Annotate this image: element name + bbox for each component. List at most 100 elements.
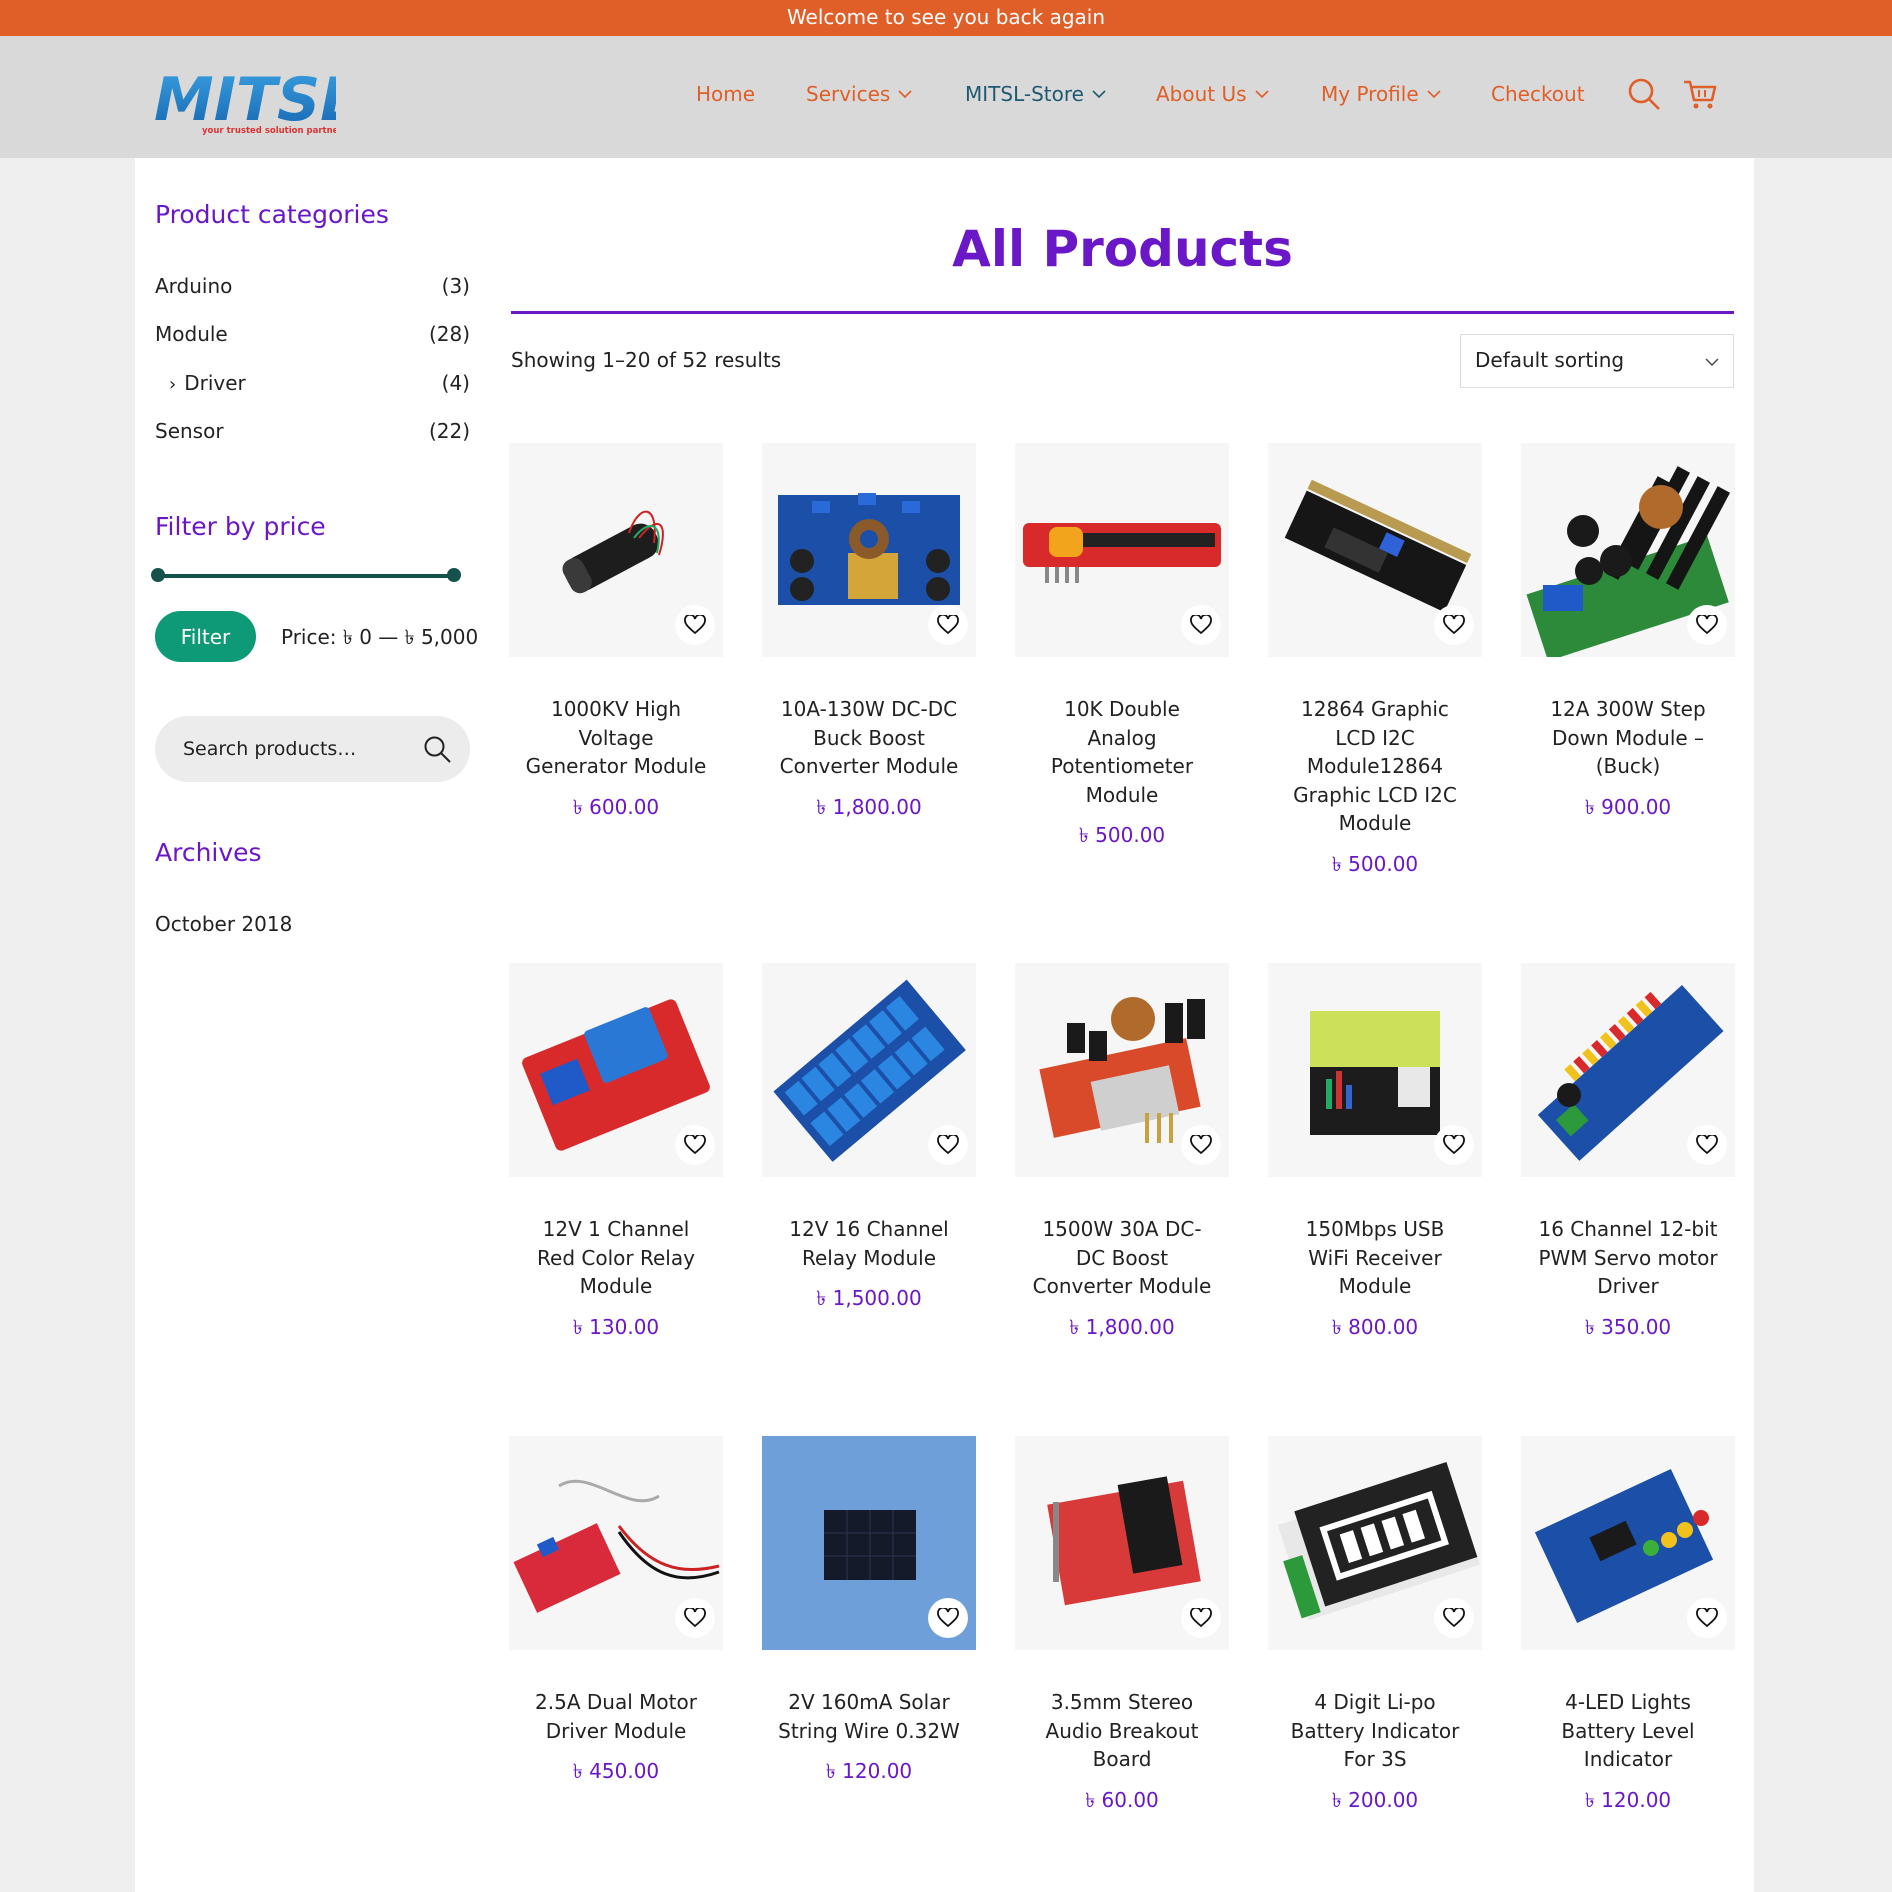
product-search-box xyxy=(155,716,470,782)
product-image[interactable] xyxy=(1268,1436,1482,1650)
category-item-driver[interactable]: › Driver (4) xyxy=(169,371,470,395)
product-price: ৳ 900.00 xyxy=(1584,794,1672,819)
product-image[interactable] xyxy=(1521,963,1735,1177)
product-name[interactable]: 150Mbps USB WiFi Receiver Module xyxy=(1268,1215,1482,1301)
product-image[interactable] xyxy=(1015,1436,1229,1650)
wishlist-button[interactable] xyxy=(928,605,968,645)
product-name[interactable]: 12V 1 Channel Red Color Relay Module xyxy=(509,1215,723,1301)
product-name[interactable]: 12A 300W Step Down Module – (Buck) xyxy=(1521,695,1735,781)
category-count: (4) xyxy=(441,371,470,395)
cart-icon[interactable] xyxy=(1682,76,1718,112)
nav-about-us[interactable]: About Us xyxy=(1156,82,1269,106)
product-card[interactable]: 1000KV High Voltage Generator Module ৳ 6… xyxy=(509,443,723,826)
wishlist-button[interactable] xyxy=(928,1125,968,1165)
product-card[interactable]: 2.5A Dual Motor Driver Module ৳ 450.00 xyxy=(509,1436,723,1790)
product-image[interactable] xyxy=(762,1436,976,1650)
category-item-arduino[interactable]: Arduino (3) xyxy=(155,274,470,298)
search-products-input[interactable] xyxy=(183,732,413,766)
product-card[interactable]: 12A 300W Step Down Module – (Buck) ৳ 900… xyxy=(1521,443,1735,826)
filter-button[interactable]: Filter xyxy=(155,611,256,662)
category-item-sensor[interactable]: Sensor (22) xyxy=(155,419,470,443)
wishlist-button[interactable] xyxy=(1434,1598,1474,1638)
category-name: Driver xyxy=(184,371,246,395)
nav-mitsl-store[interactable]: MITSL-Store xyxy=(965,82,1106,106)
product-name[interactable]: 12V 16 Channel Relay Module xyxy=(762,1215,976,1272)
nav-services[interactable]: Services xyxy=(806,82,912,106)
wishlist-button[interactable] xyxy=(1434,605,1474,645)
sort-select[interactable]: Default sorting xyxy=(1460,334,1734,388)
product-image[interactable] xyxy=(1521,1436,1735,1650)
product-name[interactable]: 16 Channel 12-bit PWM Servo motor Driver xyxy=(1521,1215,1735,1301)
category-item-module[interactable]: Module (28) xyxy=(155,322,470,346)
product-card[interactable]: 10A-130W DC-DC Buck Boost Converter Modu… xyxy=(762,443,976,826)
product-price: ৳ 1,800.00 xyxy=(816,794,922,819)
category-count: (28) xyxy=(428,322,470,346)
product-card[interactable]: 3.5mm Stereo Audio Breakout Board ৳ 60.0… xyxy=(1015,1436,1229,1819)
product-card[interactable]: 2V 160mA Solar String Wire 0.32W ৳ 120.0… xyxy=(762,1436,976,1790)
heart-icon xyxy=(684,1135,706,1155)
search-icon[interactable] xyxy=(422,734,452,764)
nav-home-label: Home xyxy=(696,82,756,106)
wishlist-button[interactable] xyxy=(1181,605,1221,645)
product-name[interactable]: 4-LED Lights Battery Level Indicator xyxy=(1521,1688,1735,1774)
nav-about-us-label: About Us xyxy=(1156,82,1247,106)
product-name[interactable]: 10A-130W DC-DC Buck Boost Converter Modu… xyxy=(762,695,976,781)
wishlist-button[interactable] xyxy=(1687,1598,1727,1638)
result-count: Showing 1–20 of 52 results xyxy=(511,348,782,372)
product-image[interactable] xyxy=(1268,443,1482,657)
title-divider xyxy=(511,311,1734,314)
heart-icon xyxy=(937,1608,959,1628)
nav-checkout[interactable]: Checkout xyxy=(1491,82,1585,106)
wishlist-button[interactable] xyxy=(1687,1125,1727,1165)
wishlist-button[interactable] xyxy=(675,605,715,645)
product-image[interactable] xyxy=(509,443,723,657)
archive-link-october-2018[interactable]: October 2018 xyxy=(155,912,292,936)
wishlist-button[interactable] xyxy=(675,1598,715,1638)
nav-home[interactable]: Home xyxy=(696,82,755,106)
product-card[interactable]: 4 Digit Li-po Battery Indicator For 3S ৳… xyxy=(1268,1436,1482,1819)
product-price: ৳ 200.00 xyxy=(1331,1787,1419,1812)
product-card[interactable]: 150Mbps USB WiFi Receiver Module ৳ 800.0… xyxy=(1268,963,1482,1346)
price-slider-max-handle[interactable] xyxy=(447,568,461,582)
product-image[interactable] xyxy=(1268,963,1482,1177)
product-price: ৳ 60.00 xyxy=(1085,1787,1159,1812)
archives-title: Archives xyxy=(155,838,262,867)
product-name[interactable]: 10K Double Analog Potentiometer Module xyxy=(1015,695,1229,809)
product-card[interactable]: 12V 16 Channel Relay Module ৳ 1,500.00 xyxy=(762,963,976,1317)
product-card[interactable]: 12864 Graphic LCD I2C Module12864 Graphi… xyxy=(1268,443,1482,883)
product-card[interactable]: 10K Double Analog Potentiometer Module ৳… xyxy=(1015,443,1229,854)
product-price: ৳ 500.00 xyxy=(1331,851,1419,876)
product-name[interactable]: 2.5A Dual Motor Driver Module xyxy=(509,1688,723,1745)
product-image[interactable] xyxy=(762,443,976,657)
product-name[interactable]: 2V 160mA Solar String Wire 0.32W xyxy=(762,1688,976,1745)
sort-selected-value: Default sorting xyxy=(1475,348,1625,372)
product-image[interactable] xyxy=(1015,963,1229,1177)
product-card[interactable]: 4-LED Lights Battery Level Indicator ৳ 1… xyxy=(1521,1436,1735,1819)
product-name[interactable]: 12864 Graphic LCD I2C Module12864 Graphi… xyxy=(1268,695,1482,838)
price-slider-track[interactable] xyxy=(157,574,457,578)
product-image[interactable] xyxy=(509,1436,723,1650)
product-name[interactable]: 3.5mm Stereo Audio Breakout Board xyxy=(1015,1688,1229,1774)
wishlist-button[interactable] xyxy=(928,1598,968,1638)
product-name[interactable]: 1000KV High Voltage Generator Module xyxy=(509,695,723,781)
wishlist-button[interactable] xyxy=(1687,605,1727,645)
product-image[interactable] xyxy=(1521,443,1735,657)
search-icon[interactable] xyxy=(1626,76,1662,112)
content-area: Product categories Arduino (3) Module (2… xyxy=(135,158,1754,1892)
welcome-banner: Welcome to see you back again xyxy=(0,0,1892,36)
price-slider-min-handle[interactable] xyxy=(151,568,165,582)
nav-my-profile[interactable]: My Profile xyxy=(1321,82,1441,106)
product-card[interactable]: 16 Channel 12-bit PWM Servo motor Driver… xyxy=(1521,963,1735,1346)
product-image[interactable] xyxy=(509,963,723,1177)
product-name[interactable]: 1500W 30A DC-DC Boost Converter Module xyxy=(1015,1215,1229,1301)
product-price: ৳ 1,800.00 xyxy=(1069,1314,1175,1339)
product-card[interactable]: 1500W 30A DC-DC Boost Converter Module ৳… xyxy=(1015,963,1229,1346)
wishlist-button[interactable] xyxy=(675,1125,715,1165)
product-card[interactable]: 12V 1 Channel Red Color Relay Module ৳ 1… xyxy=(509,963,723,1346)
wishlist-button[interactable] xyxy=(1181,1125,1221,1165)
product-image[interactable] xyxy=(762,963,976,1177)
product-image[interactable] xyxy=(1015,443,1229,657)
wishlist-button[interactable] xyxy=(1181,1598,1221,1638)
product-name[interactable]: 4 Digit Li-po Battery Indicator For 3S xyxy=(1268,1688,1482,1774)
wishlist-button[interactable] xyxy=(1434,1125,1474,1165)
